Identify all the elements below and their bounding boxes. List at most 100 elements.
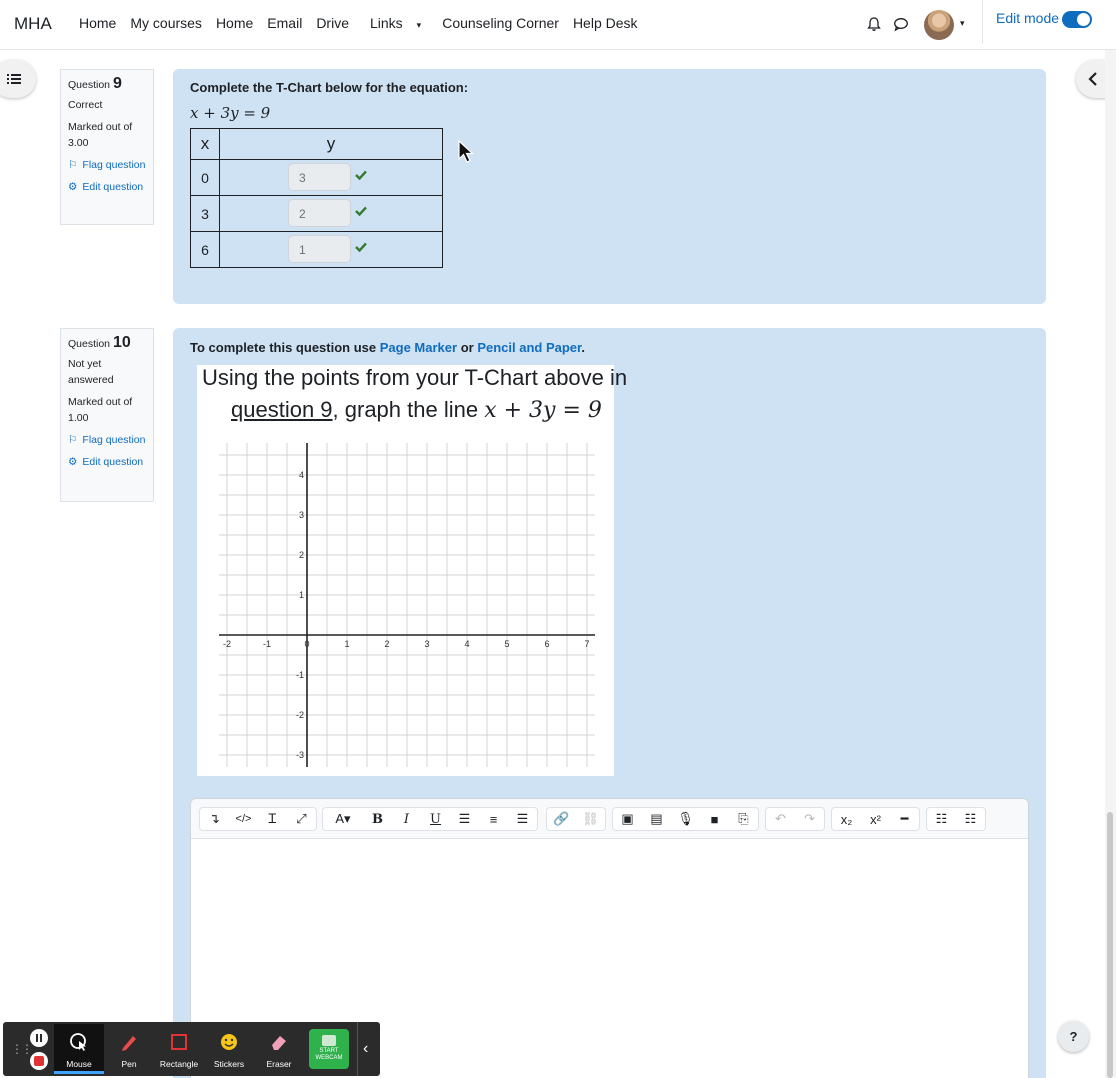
tool-mouse[interactable]: Mouse	[54, 1024, 104, 1074]
tool-eraser[interactable]: Eraser	[254, 1024, 304, 1074]
y-tick-label: -3	[296, 750, 304, 760]
question-number: 9	[112, 75, 122, 92]
start-webcam-button[interactable]: START WEBCAM	[309, 1029, 349, 1069]
nav-email[interactable]: Email	[267, 15, 302, 31]
user-avatar[interactable]	[924, 10, 954, 40]
annotation-toolbar: ⋮⋮ Mouse Pen Rectangle Stickers Eraser S…	[3, 1022, 380, 1076]
flag-question-link[interactable]: ⚐ Flag question	[68, 432, 146, 448]
y-tick-label: 1	[299, 590, 304, 600]
editor-toolbar: ↴ </> Ꮖ ⤢ A▾ B I U ☰ ≡ ☰ 🔗 ⛓ ▣ ▤ 🎙 ■ ⎘ ↶…	[191, 799, 1028, 839]
bullet-list-icon[interactable]: ☷	[927, 808, 956, 830]
tool-label: Mouse	[66, 1059, 92, 1069]
pause-icon[interactable]	[30, 1029, 48, 1047]
question-status: Not yet answered	[68, 358, 114, 386]
unlink-icon[interactable]: ⛓	[576, 808, 605, 830]
edit-question-link[interactable]: ⚙ Edit question	[68, 179, 146, 195]
y-tick-label: 4	[299, 470, 304, 480]
x-tick-label: 5	[504, 639, 509, 649]
help-button[interactable]: ?	[1058, 1021, 1089, 1052]
underline-icon[interactable]: U	[421, 808, 450, 830]
collapse-toolbar-chevron-icon[interactable]: ‹	[363, 1040, 368, 1058]
y-tick-label: 2	[299, 550, 304, 560]
x-tick-label: 0	[304, 639, 309, 649]
copy-icon[interactable]: ⎘	[729, 808, 758, 830]
page-marker-link[interactable]: Page Marker	[380, 340, 457, 355]
image-icon[interactable]: ▣	[613, 808, 642, 830]
nav-home[interactable]: Home	[79, 15, 116, 31]
nav-my-courses[interactable]: My courses	[130, 15, 202, 31]
indent-icon[interactable]: ↴	[200, 808, 229, 830]
subscript-icon[interactable]: x₂	[832, 808, 861, 830]
x-value: 0	[190, 159, 220, 196]
video-icon[interactable]: ■	[700, 808, 729, 830]
tool-rectangle[interactable]: Rectangle	[154, 1024, 204, 1074]
edit-question-link[interactable]: ⚙ Edit question	[68, 454, 146, 470]
nav-links-dropdown[interactable]: Links ▾	[363, 15, 428, 31]
question-10-content: To complete this question use Page Marke…	[173, 328, 1046, 1078]
number-list-icon[interactable]: ☷	[956, 808, 985, 830]
gear-icon: ⚙	[68, 456, 78, 468]
align-center-icon[interactable]: ≡	[479, 808, 508, 830]
tool-stickers[interactable]: Stickers	[204, 1024, 254, 1074]
x-tick-label: 1	[344, 639, 349, 649]
font-icon[interactable]: A▾	[323, 808, 363, 830]
text-cursor-icon[interactable]: Ꮖ	[258, 808, 287, 830]
toolbar-group: x₂ x² ━	[831, 807, 920, 831]
toolbar-group: 🔗 ⛓	[546, 807, 606, 831]
question-marks: Marked out of 1.00	[68, 396, 133, 424]
hr-icon[interactable]: ━	[890, 808, 919, 830]
chevron-down-icon[interactable]: ▾	[960, 18, 965, 29]
tool-pen[interactable]: Pen	[104, 1024, 154, 1074]
italic-icon[interactable]: I	[392, 808, 421, 830]
instr-suffix: .	[581, 340, 585, 355]
toolbar-group: A▾ B I U ☰ ≡ ☰	[322, 807, 538, 831]
edit-mode-toggle[interactable]	[1062, 11, 1092, 28]
t-chart-table: x y 0 3 3 2 6 1	[190, 128, 443, 268]
tool-label: Stickers	[213, 1059, 245, 1069]
code-icon[interactable]: </>	[229, 808, 258, 830]
table-row: 3 2	[190, 195, 443, 232]
scrollbar-thumb[interactable]	[1107, 812, 1113, 1078]
nav-help-desk[interactable]: Help Desk	[573, 15, 638, 31]
column-header-x: x	[190, 128, 220, 160]
toolbar-group: ☷ ☷	[926, 807, 986, 831]
sticker-smiley-icon	[221, 1034, 237, 1050]
answer-input[interactable]: 1	[288, 235, 351, 263]
question-10-info: Question 10 Not yet answered Marked out …	[60, 328, 154, 502]
link-icon[interactable]: 🔗	[547, 808, 576, 830]
redo-icon[interactable]: ↷	[795, 808, 824, 830]
site-brand[interactable]: MHA	[14, 14, 52, 34]
stop-icon[interactable]	[30, 1052, 48, 1070]
check-icon	[355, 170, 367, 180]
nav-drive[interactable]: Drive	[316, 15, 349, 31]
y-cell: 3	[219, 159, 443, 196]
align-left-icon[interactable]: ☰	[450, 808, 479, 830]
x-tick-label: 4	[464, 639, 469, 649]
pencil-paper-link[interactable]: Pencil and Paper	[477, 340, 581, 355]
align-right-icon[interactable]: ☰	[508, 808, 537, 830]
fullscreen-icon[interactable]: ⤢	[287, 808, 316, 830]
nav-home-2[interactable]: Home	[216, 15, 253, 31]
drag-handle-icon[interactable]: ⋮⋮	[11, 1042, 33, 1056]
webcam-label: START WEBCAM	[315, 1048, 343, 1061]
bold-icon[interactable]: B	[363, 808, 392, 830]
messages-icon[interactable]	[893, 16, 909, 32]
media-icon[interactable]: ▤	[642, 808, 671, 830]
bell-icon[interactable]	[866, 16, 882, 32]
y-tick-label: -1	[296, 670, 304, 680]
x-tick-label: 3	[424, 639, 429, 649]
nav-counseling-corner[interactable]: Counseling Corner	[442, 15, 559, 31]
answer-input[interactable]: 2	[288, 199, 351, 227]
undo-icon[interactable]: ↶	[766, 808, 795, 830]
course-index-drawer-button[interactable]	[0, 60, 36, 98]
answer-input[interactable]: 3	[288, 163, 351, 191]
y-tick-label: -2	[296, 710, 304, 720]
flag-question-link[interactable]: ⚐ Flag question	[68, 157, 146, 173]
y-tick-label: 3	[299, 510, 304, 520]
question-label: Question	[68, 338, 111, 350]
superscript-icon[interactable]: x²	[861, 808, 890, 830]
tool-label: Pen	[121, 1059, 137, 1069]
gear-icon: ⚙	[68, 181, 78, 193]
microphone-icon[interactable]: 🎙	[671, 808, 700, 830]
flag-question-label: Flag question	[82, 159, 146, 171]
